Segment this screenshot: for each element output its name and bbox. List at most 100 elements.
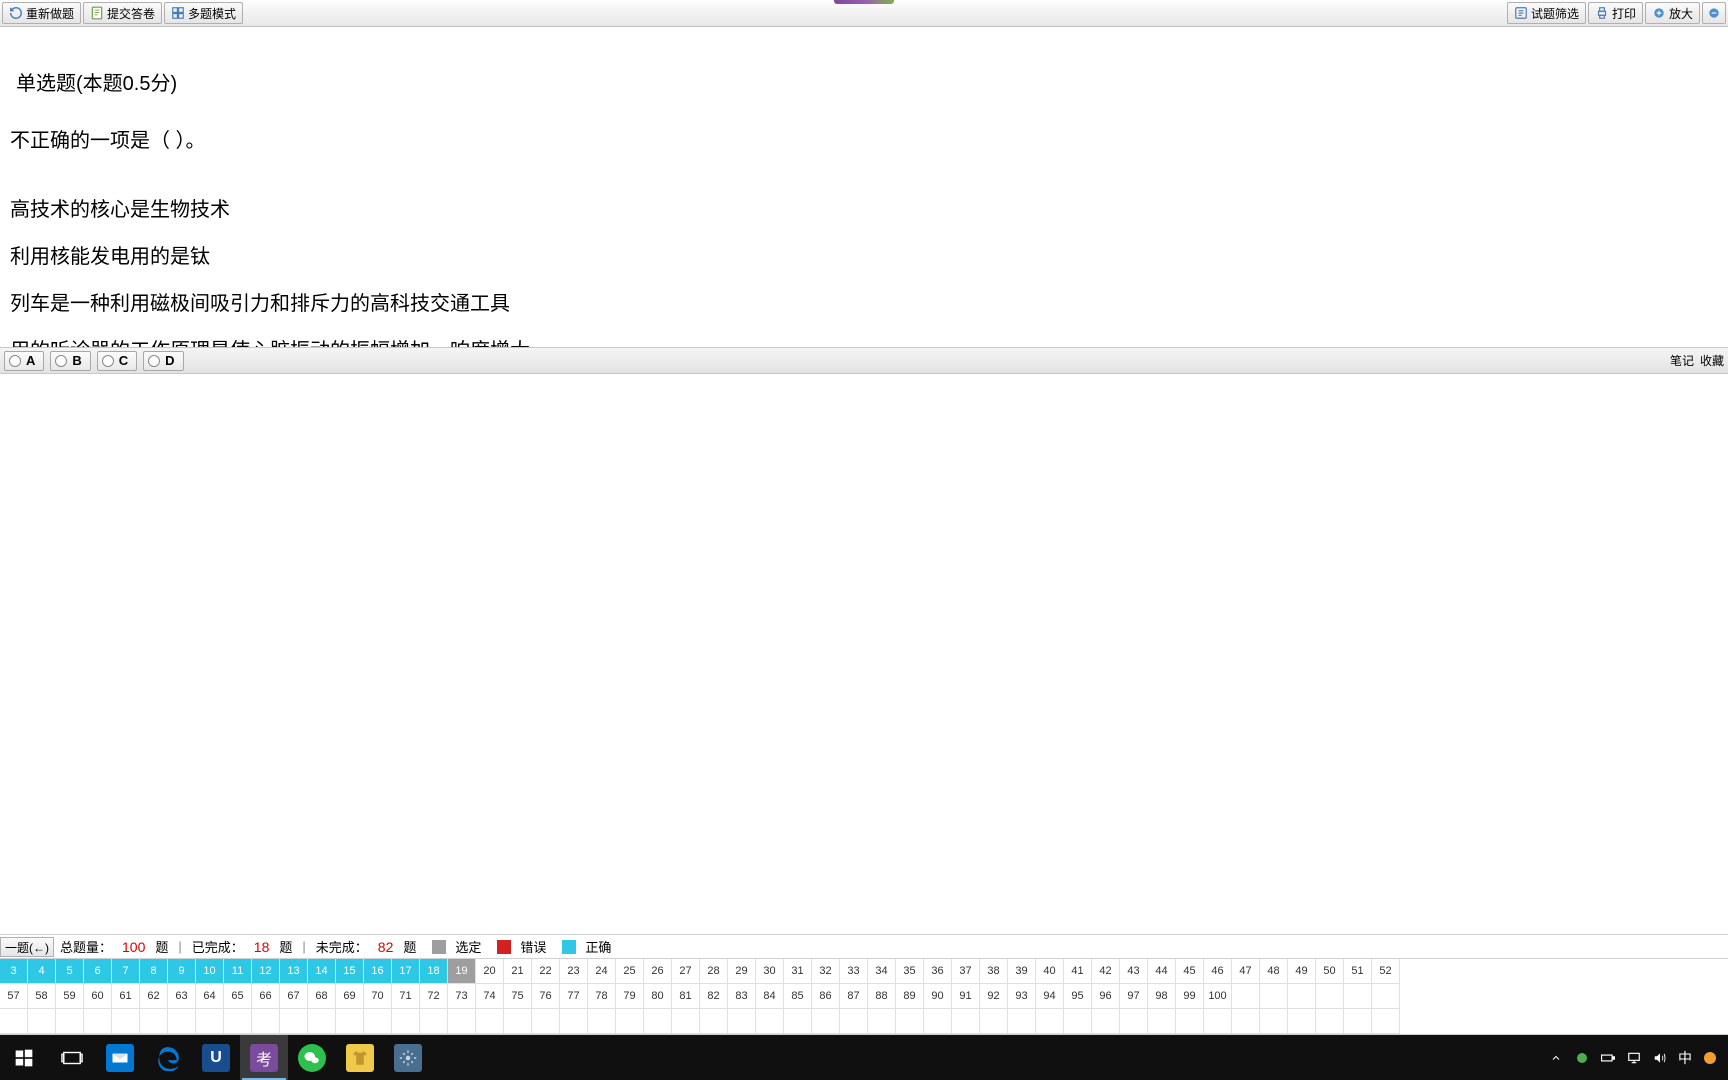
nav-cell-49[interactable]: 49	[1288, 959, 1316, 984]
edge-app[interactable]	[144, 1035, 192, 1080]
note-button[interactable]: 笔记	[1670, 352, 1694, 369]
nav-cell-75[interactable]: 75	[504, 984, 532, 1009]
submit-button[interactable]: 提交答卷	[83, 2, 162, 24]
tray-face-icon[interactable]	[1702, 1050, 1718, 1066]
nav-cell-33[interactable]: 33	[840, 959, 868, 984]
choice-d[interactable]: D	[143, 351, 183, 371]
nav-cell-12[interactable]: 12	[252, 959, 280, 984]
nav-cell-80[interactable]: 80	[644, 984, 672, 1009]
nav-cell-71[interactable]: 71	[392, 984, 420, 1009]
nav-cell-96[interactable]: 96	[1092, 984, 1120, 1009]
nav-cell-17[interactable]: 17	[392, 959, 420, 984]
nav-cell-85[interactable]: 85	[784, 984, 812, 1009]
nav-cell-70[interactable]: 70	[364, 984, 392, 1009]
nav-cell-15[interactable]: 15	[336, 959, 364, 984]
nav-cell-91[interactable]: 91	[952, 984, 980, 1009]
nav-cell-63[interactable]: 63	[168, 984, 196, 1009]
nav-cell-72[interactable]: 72	[420, 984, 448, 1009]
nav-cell-26[interactable]: 26	[644, 959, 672, 984]
choice-b[interactable]: B	[50, 351, 90, 371]
nav-cell-84[interactable]: 84	[756, 984, 784, 1009]
nav-cell-47[interactable]: 47	[1232, 959, 1260, 984]
nav-cell-95[interactable]: 95	[1064, 984, 1092, 1009]
nav-cell-61[interactable]: 61	[112, 984, 140, 1009]
nav-cell-45[interactable]: 45	[1176, 959, 1204, 984]
nav-cell-64[interactable]: 64	[196, 984, 224, 1009]
nav-cell-81[interactable]: 81	[672, 984, 700, 1009]
nav-cell-18[interactable]: 18	[420, 959, 448, 984]
tray-volume-icon[interactable]	[1652, 1050, 1668, 1066]
nav-cell-9[interactable]: 9	[168, 959, 196, 984]
nav-cell-46[interactable]: 46	[1204, 959, 1232, 984]
filter-button[interactable]: 试题筛选	[1507, 2, 1586, 24]
nav-cell-93[interactable]: 93	[1008, 984, 1036, 1009]
nav-cell-44[interactable]: 44	[1148, 959, 1176, 984]
tray-battery-icon[interactable]	[1600, 1050, 1616, 1066]
wechat-app[interactable]	[288, 1035, 336, 1080]
nav-cell-90[interactable]: 90	[924, 984, 952, 1009]
nav-cell-83[interactable]: 83	[728, 984, 756, 1009]
nav-cell-74[interactable]: 74	[476, 984, 504, 1009]
nav-cell-36[interactable]: 36	[924, 959, 952, 984]
nav-cell-92[interactable]: 92	[980, 984, 1008, 1009]
nav-cell-31[interactable]: 31	[784, 959, 812, 984]
nav-cell-60[interactable]: 60	[84, 984, 112, 1009]
nav-cell-24[interactable]: 24	[588, 959, 616, 984]
nav-cell-69[interactable]: 69	[336, 984, 364, 1009]
nav-cell-38[interactable]: 38	[980, 959, 1008, 984]
nav-cell-76[interactable]: 76	[532, 984, 560, 1009]
nav-cell-4[interactable]: 4	[28, 959, 56, 984]
nav-cell-27[interactable]: 27	[672, 959, 700, 984]
nav-cell-13[interactable]: 13	[280, 959, 308, 984]
nav-cell-25[interactable]: 25	[616, 959, 644, 984]
app-settings[interactable]	[384, 1035, 432, 1080]
nav-cell-99[interactable]: 99	[1176, 984, 1204, 1009]
multi-button[interactable]: 多题模式	[164, 2, 243, 24]
nav-cell-100[interactable]: 100	[1204, 984, 1232, 1009]
nav-cell-98[interactable]: 98	[1148, 984, 1176, 1009]
nav-cell-89[interactable]: 89	[896, 984, 924, 1009]
app-u[interactable]: U	[192, 1035, 240, 1080]
nav-cell-65[interactable]: 65	[224, 984, 252, 1009]
nav-cell-51[interactable]: 51	[1344, 959, 1372, 984]
nav-cell-62[interactable]: 62	[140, 984, 168, 1009]
nav-cell-97[interactable]: 97	[1120, 984, 1148, 1009]
choice-c[interactable]: C	[97, 351, 137, 371]
nav-cell-73[interactable]: 73	[448, 984, 476, 1009]
taskview-button[interactable]	[48, 1035, 96, 1080]
minimize-button[interactable]	[1702, 2, 1726, 24]
nav-cell-77[interactable]: 77	[560, 984, 588, 1009]
start-button[interactable]	[0, 1035, 48, 1080]
mail-app[interactable]	[96, 1035, 144, 1080]
nav-cell-79[interactable]: 79	[616, 984, 644, 1009]
nav-cell-30[interactable]: 30	[756, 959, 784, 984]
nav-cell-50[interactable]: 50	[1316, 959, 1344, 984]
exam-app[interactable]: 考	[240, 1035, 288, 1080]
tray-green-icon[interactable]	[1574, 1050, 1590, 1066]
nav-cell-28[interactable]: 28	[700, 959, 728, 984]
app-yellow[interactable]	[336, 1035, 384, 1080]
nav-cell-87[interactable]: 87	[840, 984, 868, 1009]
nav-cell-32[interactable]: 32	[812, 959, 840, 984]
nav-cell-34[interactable]: 34	[868, 959, 896, 984]
nav-cell-19[interactable]: 19	[448, 959, 476, 984]
zoom-button[interactable]: 放大	[1645, 2, 1700, 24]
nav-cell-20[interactable]: 20	[476, 959, 504, 984]
nav-cell-10[interactable]: 10	[196, 959, 224, 984]
nav-cell-82[interactable]: 82	[700, 984, 728, 1009]
tray-chevron-icon[interactable]	[1548, 1050, 1564, 1066]
nav-cell-42[interactable]: 42	[1092, 959, 1120, 984]
nav-cell-5[interactable]: 5	[56, 959, 84, 984]
choice-a[interactable]: A	[4, 351, 44, 371]
tray-network-icon[interactable]	[1626, 1050, 1642, 1066]
nav-cell-23[interactable]: 23	[560, 959, 588, 984]
redo-button[interactable]: 重新做题	[2, 2, 81, 24]
nav-cell-67[interactable]: 67	[280, 984, 308, 1009]
prev-question-button[interactable]: 一题(←)	[0, 937, 54, 957]
nav-cell-58[interactable]: 58	[28, 984, 56, 1009]
nav-cell-52[interactable]: 52	[1372, 959, 1400, 984]
print-button[interactable]: 打印	[1588, 2, 1643, 24]
nav-cell-8[interactable]: 8	[140, 959, 168, 984]
nav-cell-59[interactable]: 59	[56, 984, 84, 1009]
nav-cell-21[interactable]: 21	[504, 959, 532, 984]
